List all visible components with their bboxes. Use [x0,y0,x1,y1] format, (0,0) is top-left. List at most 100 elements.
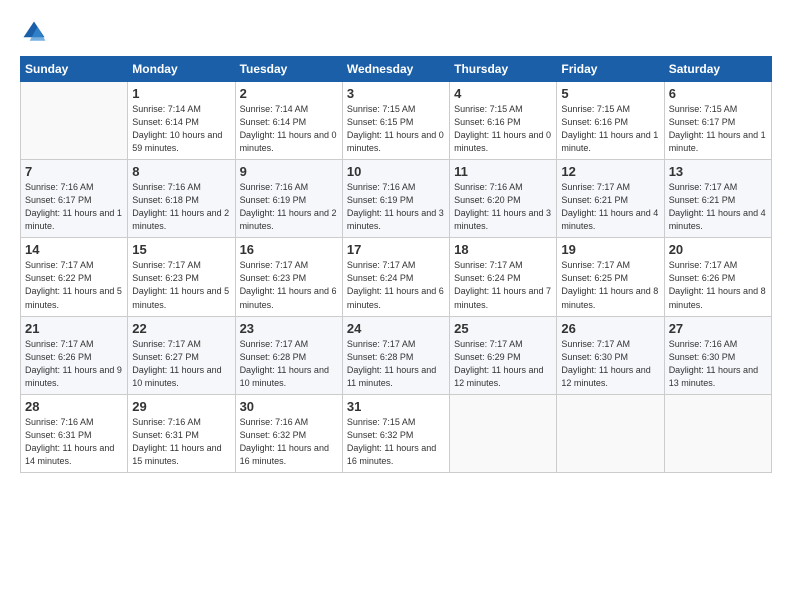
day-number: 25 [454,321,552,336]
day-info: Sunrise: 7:15 AM Sunset: 6:17 PM Dayligh… [669,103,767,155]
calendar-cell: 8 Sunrise: 7:16 AM Sunset: 6:18 PM Daylig… [128,160,235,238]
day-info: Sunrise: 7:16 AM Sunset: 6:17 PM Dayligh… [25,181,123,233]
calendar-cell: 20 Sunrise: 7:17 AM Sunset: 6:26 PM Dayli… [664,238,771,316]
calendar-cell: 28 Sunrise: 7:16 AM Sunset: 6:31 PM Dayli… [21,394,128,472]
calendar-cell: 12 Sunrise: 7:17 AM Sunset: 6:21 PM Dayli… [557,160,664,238]
calendar-page: SundayMondayTuesdayWednesdayThursdayFrid… [0,0,792,612]
day-number: 31 [347,399,445,414]
calendar-cell: 14Sunrise: 7:17 AM Sunset: 6:22 PM Dayli… [21,238,128,316]
week-row-3: 14Sunrise: 7:17 AM Sunset: 6:22 PM Dayli… [21,238,772,316]
week-row-1: 1 Sunrise: 7:14 AM Sunset: 6:14 PM Daylig… [21,82,772,160]
day-number: 3 [347,86,445,101]
week-row-2: 7 Sunrise: 7:16 AM Sunset: 6:17 PM Daylig… [21,160,772,238]
calendar-cell: 10Sunrise: 7:16 AM Sunset: 6:19 PM Dayli… [342,160,449,238]
weekday-header-sunday: Sunday [21,57,128,82]
calendar-cell: 25 Sunrise: 7:17 AM Sunset: 6:29 PM Dayli… [450,316,557,394]
calendar-cell: 2 Sunrise: 7:14 AM Sunset: 6:14 PM Daylig… [235,82,342,160]
day-info: Sunrise: 7:16 AM Sunset: 6:31 PM Dayligh… [132,416,230,468]
calendar-cell [21,82,128,160]
calendar-cell: 7 Sunrise: 7:16 AM Sunset: 6:17 PM Daylig… [21,160,128,238]
calendar-cell [557,394,664,472]
day-info: Sunrise: 7:15 AM Sunset: 6:16 PM Dayligh… [561,103,659,155]
day-info: Sunrise: 7:15 AM Sunset: 6:15 PM Dayligh… [347,103,445,155]
day-info: Sunrise: 7:17 AM Sunset: 6:24 PM Dayligh… [347,259,445,311]
day-info: Sunrise: 7:17 AM Sunset: 6:29 PM Dayligh… [454,338,552,390]
calendar-table: SundayMondayTuesdayWednesdayThursdayFrid… [20,56,772,473]
day-info: Sunrise: 7:17 AM Sunset: 6:25 PM Dayligh… [561,259,659,311]
day-number: 18 [454,242,552,257]
calendar-cell: 24 Sunrise: 7:17 AM Sunset: 6:28 PM Dayli… [342,316,449,394]
day-number: 16 [240,242,338,257]
day-info: Sunrise: 7:17 AM Sunset: 6:26 PM Dayligh… [25,338,123,390]
day-info: Sunrise: 7:16 AM Sunset: 6:31 PM Dayligh… [25,416,123,468]
day-number: 22 [132,321,230,336]
day-number: 30 [240,399,338,414]
logo [20,18,52,46]
day-number: 5 [561,86,659,101]
day-number: 17 [347,242,445,257]
day-number: 19 [561,242,659,257]
logo-icon [20,18,48,46]
weekday-header-tuesday: Tuesday [235,57,342,82]
calendar-cell [450,394,557,472]
day-info: Sunrise: 7:17 AM Sunset: 6:28 PM Dayligh… [347,338,445,390]
weekday-header-row: SundayMondayTuesdayWednesdayThursdayFrid… [21,57,772,82]
calendar-cell: 6 Sunrise: 7:15 AM Sunset: 6:17 PM Daylig… [664,82,771,160]
day-info: Sunrise: 7:15 AM Sunset: 6:32 PM Dayligh… [347,416,445,468]
day-number: 9 [240,164,338,179]
day-info: Sunrise: 7:14 AM Sunset: 6:14 PM Dayligh… [240,103,338,155]
calendar-cell: 30 Sunrise: 7:16 AM Sunset: 6:32 PM Dayli… [235,394,342,472]
calendar-cell [664,394,771,472]
day-number: 27 [669,321,767,336]
day-info: Sunrise: 7:15 AM Sunset: 6:16 PM Dayligh… [454,103,552,155]
day-number: 11 [454,164,552,179]
day-info: Sunrise: 7:17 AM Sunset: 6:26 PM Dayligh… [669,259,767,311]
calendar-cell: 16Sunrise: 7:17 AM Sunset: 6:23 PM Dayli… [235,238,342,316]
day-number: 8 [132,164,230,179]
day-number: 15 [132,242,230,257]
weekday-header-saturday: Saturday [664,57,771,82]
day-info: Sunrise: 7:16 AM Sunset: 6:19 PM Dayligh… [240,181,338,233]
day-info: Sunrise: 7:14 AM Sunset: 6:14 PM Dayligh… [132,103,230,155]
day-info: Sunrise: 7:16 AM Sunset: 6:20 PM Dayligh… [454,181,552,233]
calendar-cell: 19 Sunrise: 7:17 AM Sunset: 6:25 PM Dayli… [557,238,664,316]
calendar-cell: 29 Sunrise: 7:16 AM Sunset: 6:31 PM Dayli… [128,394,235,472]
day-number: 24 [347,321,445,336]
day-number: 20 [669,242,767,257]
calendar-cell: 4 Sunrise: 7:15 AM Sunset: 6:16 PM Daylig… [450,82,557,160]
calendar-cell: 13Sunrise: 7:17 AM Sunset: 6:21 PM Dayli… [664,160,771,238]
week-row-5: 28 Sunrise: 7:16 AM Sunset: 6:31 PM Dayli… [21,394,772,472]
week-row-4: 21 Sunrise: 7:17 AM Sunset: 6:26 PM Dayli… [21,316,772,394]
day-info: Sunrise: 7:17 AM Sunset: 6:21 PM Dayligh… [561,181,659,233]
calendar-cell: 18Sunrise: 7:17 AM Sunset: 6:24 PM Dayli… [450,238,557,316]
day-number: 28 [25,399,123,414]
calendar-cell: 21 Sunrise: 7:17 AM Sunset: 6:26 PM Dayli… [21,316,128,394]
day-number: 1 [132,86,230,101]
day-info: Sunrise: 7:16 AM Sunset: 6:30 PM Dayligh… [669,338,767,390]
header [20,18,772,46]
day-number: 29 [132,399,230,414]
day-info: Sunrise: 7:16 AM Sunset: 6:18 PM Dayligh… [132,181,230,233]
calendar-cell: 31 Sunrise: 7:15 AM Sunset: 6:32 PM Dayli… [342,394,449,472]
calendar-cell: 3 Sunrise: 7:15 AM Sunset: 6:15 PM Daylig… [342,82,449,160]
calendar-cell: 15 Sunrise: 7:17 AM Sunset: 6:23 PM Dayli… [128,238,235,316]
day-number: 2 [240,86,338,101]
day-info: Sunrise: 7:17 AM Sunset: 6:22 PM Dayligh… [25,259,123,311]
weekday-header-monday: Monday [128,57,235,82]
day-number: 10 [347,164,445,179]
day-number: 12 [561,164,659,179]
day-number: 21 [25,321,123,336]
day-number: 26 [561,321,659,336]
day-number: 6 [669,86,767,101]
calendar-cell: 23 Sunrise: 7:17 AM Sunset: 6:28 PM Dayli… [235,316,342,394]
day-info: Sunrise: 7:17 AM Sunset: 6:28 PM Dayligh… [240,338,338,390]
day-info: Sunrise: 7:17 AM Sunset: 6:23 PM Dayligh… [132,259,230,311]
day-number: 23 [240,321,338,336]
calendar-cell: 17 Sunrise: 7:17 AM Sunset: 6:24 PM Dayli… [342,238,449,316]
day-number: 13 [669,164,767,179]
day-number: 7 [25,164,123,179]
calendar-cell: 26Sunrise: 7:17 AM Sunset: 6:30 PM Dayli… [557,316,664,394]
day-number: 4 [454,86,552,101]
calendar-cell: 27 Sunrise: 7:16 AM Sunset: 6:30 PM Dayli… [664,316,771,394]
day-info: Sunrise: 7:16 AM Sunset: 6:32 PM Dayligh… [240,416,338,468]
